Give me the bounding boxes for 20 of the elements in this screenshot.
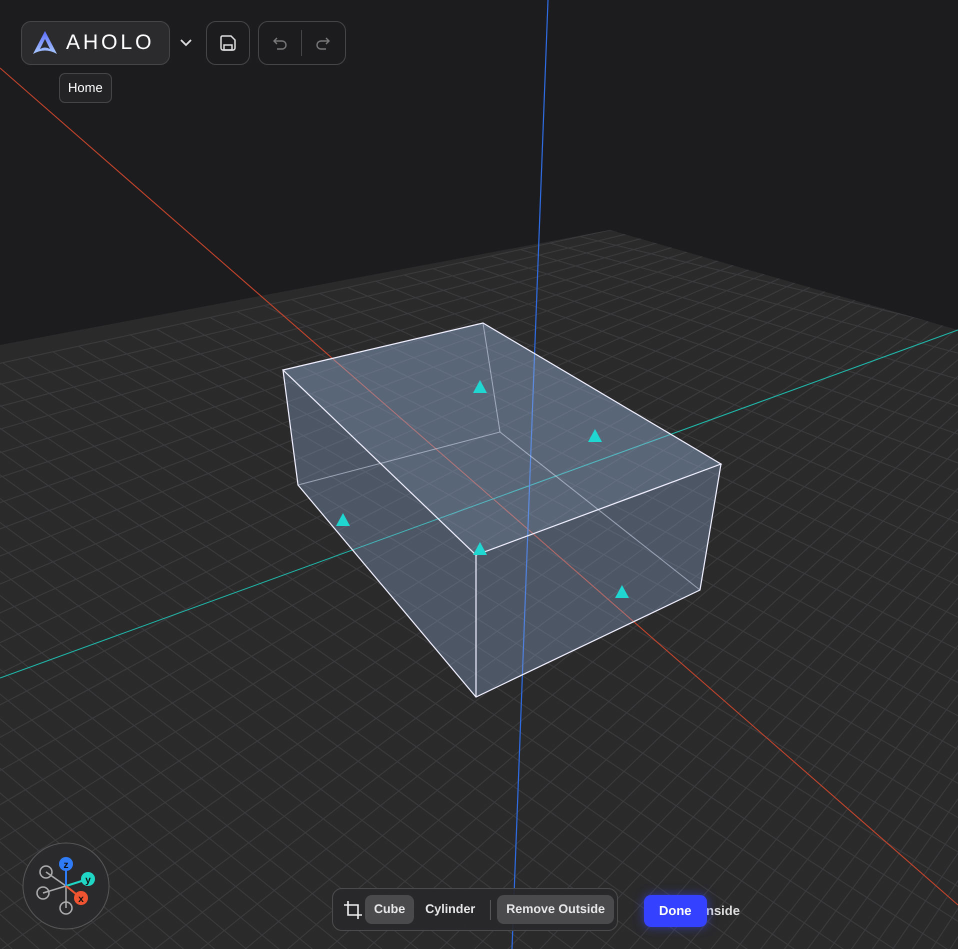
crop-handle-icon[interactable] bbox=[588, 429, 602, 442]
crop-icon bbox=[343, 900, 363, 920]
crop-option[interactable]: Remove Outside bbox=[497, 895, 614, 924]
remove-inside-label[interactable]: nside bbox=[706, 901, 740, 920]
crop-handle-icon[interactable] bbox=[336, 513, 350, 526]
logo-button[interactable]: AHOLO bbox=[21, 21, 170, 65]
crop-handle-icon[interactable] bbox=[473, 380, 487, 393]
home-tooltip: Home bbox=[59, 73, 112, 102]
redo-icon bbox=[316, 36, 330, 50]
crop-handle-icon[interactable] bbox=[615, 585, 629, 598]
save-icon bbox=[218, 34, 237, 52]
crop-box-drawing[interactable] bbox=[282, 322, 722, 698]
done-button[interactable]: Done bbox=[644, 895, 706, 926]
crop-option[interactable]: Cylinder bbox=[416, 895, 484, 924]
crop-handle-icon[interactable] bbox=[473, 542, 487, 555]
crop-option[interactable]: Cube bbox=[365, 895, 414, 924]
save-button[interactable] bbox=[206, 21, 250, 65]
axis-gizmo-drawing[interactable]: z y x bbox=[21, 841, 111, 931]
undo-icon bbox=[272, 36, 287, 50]
logo-icon bbox=[32, 30, 58, 56]
